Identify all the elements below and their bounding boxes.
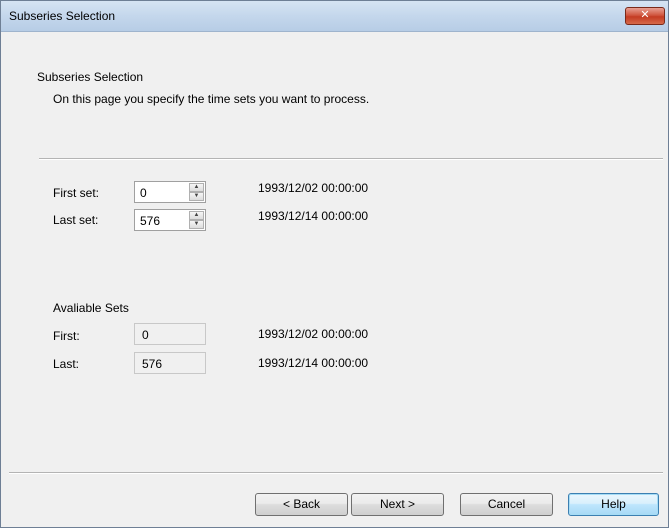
available-last-label: Last: [53,357,80,371]
first-set-spin-buttons[interactable]: ▲ ▼ [189,183,204,201]
dialog-window: Subseries Selection ✕ Subseries Selectio… [0,0,669,528]
next-button[interactable]: Next > [351,493,444,516]
last-set-value[interactable]: 576 [140,214,160,228]
first-set-label: First set: [53,186,100,200]
page-heading: Subseries Selection [37,70,144,84]
available-last-value: 576 [142,357,163,371]
available-sets-heading: Avaliable Sets [53,301,129,315]
spin-up-icon[interactable]: ▲ [189,211,204,220]
last-set-date: 1993/12/14 00:00:00 [258,209,369,223]
last-set-spin-buttons[interactable]: ▲ ▼ [189,211,204,229]
page-description: On this page you specify the time sets y… [53,92,370,106]
first-set-spinbox[interactable]: 0 ▲ ▼ [134,181,206,203]
close-button[interactable]: ✕ [625,7,665,25]
header-separator [39,158,663,160]
first-set-date: 1993/12/02 00:00:00 [258,181,369,195]
spin-down-icon[interactable]: ▼ [189,220,204,229]
title-bar: Subseries Selection ✕ [1,1,668,32]
available-last-date: 1993/12/14 00:00:00 [258,356,369,370]
cancel-button[interactable]: Cancel [460,493,553,516]
spin-up-icon[interactable]: ▲ [189,183,204,192]
close-icon: ✕ [640,9,650,21]
window-title: Subseries Selection [9,9,116,23]
footer-separator [9,472,663,474]
available-last-field: 576 [134,352,206,374]
spin-down-icon[interactable]: ▼ [189,192,204,201]
available-first-field: 0 [134,323,206,345]
available-first-label: First: [53,329,80,343]
available-first-date: 1993/12/02 00:00:00 [258,327,369,341]
last-set-spinbox[interactable]: 576 ▲ ▼ [134,209,206,231]
available-first-value: 0 [142,328,149,342]
first-set-value[interactable]: 0 [140,186,147,200]
back-button[interactable]: < Back [255,493,348,516]
last-set-label: Last set: [53,213,99,227]
help-button[interactable]: Help [568,493,659,516]
